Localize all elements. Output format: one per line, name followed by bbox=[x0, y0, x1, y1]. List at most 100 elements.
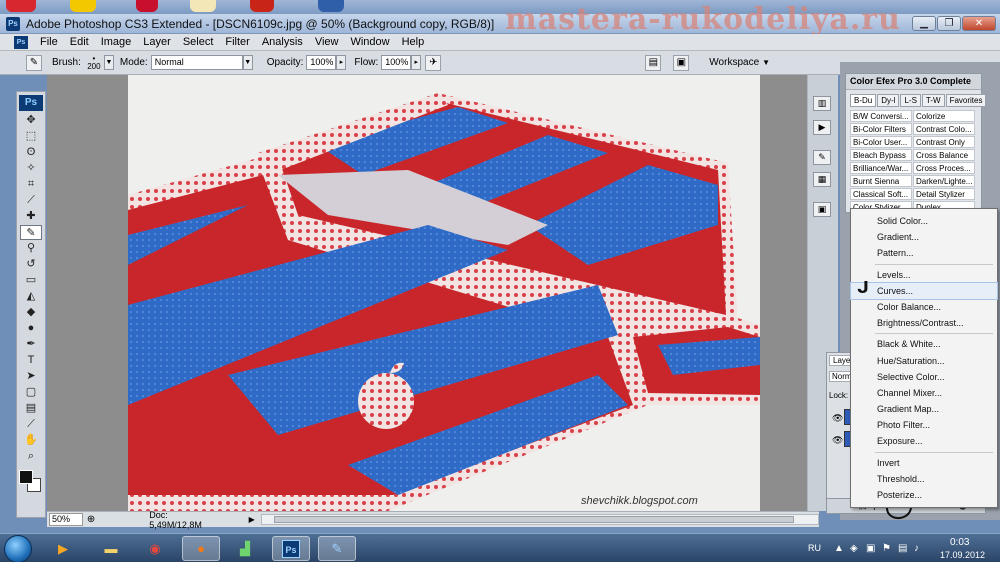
workspace-menu[interactable]: Workspace bbox=[709, 57, 759, 68]
close-button[interactable]: ✕ bbox=[962, 16, 996, 31]
desktop-icon[interactable] bbox=[6, 0, 36, 12]
zoom-level-field[interactable]: 50% bbox=[49, 513, 83, 526]
menu-edit[interactable]: Edit bbox=[64, 36, 95, 48]
mode-dropdown-icon[interactable]: ▼ bbox=[242, 55, 253, 70]
history-brush-tool-icon[interactable]: ↺ bbox=[20, 257, 42, 272]
tool-presets-icon[interactable]: ✎ bbox=[813, 150, 831, 165]
menu-item-channel-mixer[interactable]: Channel Mixer... bbox=[851, 385, 997, 401]
crop-tool-icon[interactable]: ⌗ bbox=[20, 177, 42, 192]
menu-item-levels[interactable]: Levels... bbox=[851, 267, 997, 283]
menu-item-color-balance[interactable]: Color Balance... bbox=[851, 299, 997, 315]
toolbox-ps-badge[interactable]: Ps bbox=[19, 95, 43, 111]
eraser-tool-icon[interactable]: ▭ bbox=[20, 273, 42, 288]
shape-tool-icon[interactable]: ▢ bbox=[20, 385, 42, 400]
bridge-icon[interactable]: ▣ bbox=[673, 54, 690, 71]
start-button[interactable] bbox=[4, 535, 32, 562]
menu-filter[interactable]: Filter bbox=[219, 36, 255, 48]
menu-layer[interactable]: Layer bbox=[137, 36, 177, 48]
menu-item-exposure[interactable]: Exposure... bbox=[851, 433, 997, 449]
desktop-icon[interactable] bbox=[70, 0, 96, 12]
cefex-tab-favorites[interactable]: Favorites bbox=[945, 94, 987, 107]
mode-select[interactable]: Normal bbox=[150, 55, 243, 70]
brush-dropdown-icon[interactable]: ▼ bbox=[103, 55, 114, 70]
airbrush-icon[interactable]: ✈ bbox=[425, 54, 442, 71]
desktop-icon[interactable] bbox=[318, 0, 344, 12]
chrome-taskbar-icon[interactable]: ◉ bbox=[136, 536, 174, 561]
cefex-filter-button[interactable]: Brilliance/War... bbox=[850, 162, 912, 174]
cefex-filter-button[interactable]: Contrast Only bbox=[913, 136, 975, 148]
eyedropper-tool-icon[interactable]: ⟋ bbox=[20, 417, 42, 432]
tray-device-icon[interactable]: ▣ bbox=[866, 543, 875, 554]
flow-input[interactable]: 100% bbox=[381, 55, 412, 70]
palette-well-icon[interactable]: ▤ bbox=[645, 54, 662, 71]
language-indicator[interactable]: RU bbox=[808, 543, 821, 553]
brush-size-picker[interactable]: • 200 bbox=[84, 54, 104, 71]
paint-taskbar-icon[interactable]: ✎ bbox=[318, 536, 356, 561]
history-panel-icon[interactable]: ▥ bbox=[813, 96, 831, 111]
menu-item-black-white[interactable]: Black & White... bbox=[851, 336, 997, 352]
cefex-tab-l-s[interactable]: L-S bbox=[900, 94, 921, 107]
menu-item-gradient[interactable]: Gradient... bbox=[851, 229, 997, 245]
zoom-preview-icon[interactable]: ⊕ bbox=[87, 514, 95, 525]
menu-item-posterize[interactable]: Posterize... bbox=[851, 487, 997, 503]
cefex-tab-dy-l[interactable]: Dy-l bbox=[877, 94, 900, 107]
pen-tool-icon[interactable]: ✒ bbox=[20, 337, 42, 352]
hand-tool-icon[interactable]: ✋ bbox=[20, 433, 42, 448]
clone-stamp-tool-icon[interactable]: ⚲ bbox=[20, 241, 42, 256]
cefex-tab-t-w[interactable]: T-W bbox=[921, 94, 945, 107]
cefex-filter-button[interactable]: Colorize bbox=[913, 110, 975, 122]
workspace-dropdown-icon[interactable]: ▼ bbox=[762, 58, 770, 67]
lasso-tool-icon[interactable]: ʘ bbox=[20, 145, 42, 160]
clock-time[interactable]: 0:03 bbox=[950, 537, 969, 548]
brush-tool-preset-icon[interactable]: ✎ bbox=[26, 54, 42, 71]
blur-tool-icon[interactable]: ◆ bbox=[20, 305, 42, 320]
app-taskbar-icon[interactable]: ▟ bbox=[226, 536, 264, 561]
explorer-taskbar-icon[interactable]: ▬ bbox=[92, 536, 130, 561]
media-player-taskbar-icon[interactable]: ▶ bbox=[44, 536, 82, 561]
desktop-icon[interactable] bbox=[250, 0, 274, 12]
dodge-tool-icon[interactable]: ● bbox=[20, 321, 42, 336]
document-ps-icon[interactable]: Ps bbox=[14, 35, 28, 49]
opacity-input[interactable]: 100% bbox=[306, 55, 337, 70]
cefex-filter-button[interactable]: Burnt Sienna bbox=[850, 175, 912, 187]
slice-tool-icon[interactable]: ⟋ bbox=[20, 193, 42, 208]
paint-bucket-tool-icon[interactable]: ◭ bbox=[20, 289, 42, 304]
menu-file[interactable]: File bbox=[34, 36, 64, 48]
layer-visibility-eye-icon[interactable]: 👁 bbox=[832, 435, 843, 446]
marquee-tool-icon[interactable]: ⬚ bbox=[20, 129, 42, 144]
type-tool-icon[interactable]: T bbox=[20, 353, 42, 368]
cefex-filter-button[interactable]: Classical Soft... bbox=[850, 188, 912, 200]
menu-analysis[interactable]: Analysis bbox=[256, 36, 309, 48]
layer-visibility-eye-icon[interactable]: 👁 bbox=[832, 413, 843, 424]
cefex-tab-b-du[interactable]: B-Du bbox=[850, 94, 877, 107]
notes-tool-icon[interactable]: ▤ bbox=[20, 401, 42, 416]
horizontal-scroll-thumb[interactable] bbox=[273, 516, 794, 523]
tray-shield-icon[interactable]: ◈ bbox=[850, 543, 858, 554]
tray-arrow-icon[interactable]: ▲ bbox=[834, 543, 844, 554]
menu-item-invert[interactable]: Invert bbox=[851, 455, 997, 471]
move-tool-icon[interactable]: ✥ bbox=[20, 113, 42, 128]
cefex-filter-button[interactable]: Contrast Colo... bbox=[913, 123, 975, 135]
menu-item-curves[interactable]: ᒍ Curves... bbox=[850, 280, 998, 300]
cefex-filter-button[interactable]: Detail Stylizer bbox=[913, 188, 975, 200]
tray-network-icon[interactable]: ▤ bbox=[898, 543, 907, 554]
tray-flag-icon[interactable]: ⚑ bbox=[882, 543, 891, 554]
cefex-filter-button[interactable]: Bi-Color Filters bbox=[850, 123, 912, 135]
zoom-tool-icon[interactable]: ⌕ bbox=[20, 449, 42, 464]
menu-item-pattern[interactable]: Pattern... bbox=[851, 245, 997, 261]
healing-brush-tool-icon[interactable]: ✚ bbox=[20, 209, 42, 224]
menu-item-photo-filter[interactable]: Photo Filter... bbox=[851, 417, 997, 433]
minimize-button[interactable]: ▁ bbox=[912, 16, 936, 31]
cefex-filter-button[interactable]: Cross Proces... bbox=[913, 162, 975, 174]
color-swatches[interactable] bbox=[19, 470, 43, 496]
firefox-taskbar-icon[interactable]: ● bbox=[182, 536, 220, 561]
maximize-button[interactable]: ❐ bbox=[937, 16, 961, 31]
clock-date[interactable]: 17.09.2012 bbox=[940, 550, 985, 560]
cefex-filter-button[interactable]: Cross Balance bbox=[913, 149, 975, 161]
info-panel-icon[interactable]: ▣ bbox=[813, 202, 831, 217]
desktop-icon[interactable] bbox=[136, 0, 158, 12]
menu-item-threshold[interactable]: Threshold... bbox=[851, 471, 997, 487]
menu-view[interactable]: View bbox=[309, 36, 345, 48]
cefex-filter-button[interactable]: Darken/Lighte... bbox=[913, 175, 975, 187]
foreground-color-swatch[interactable] bbox=[19, 470, 33, 484]
